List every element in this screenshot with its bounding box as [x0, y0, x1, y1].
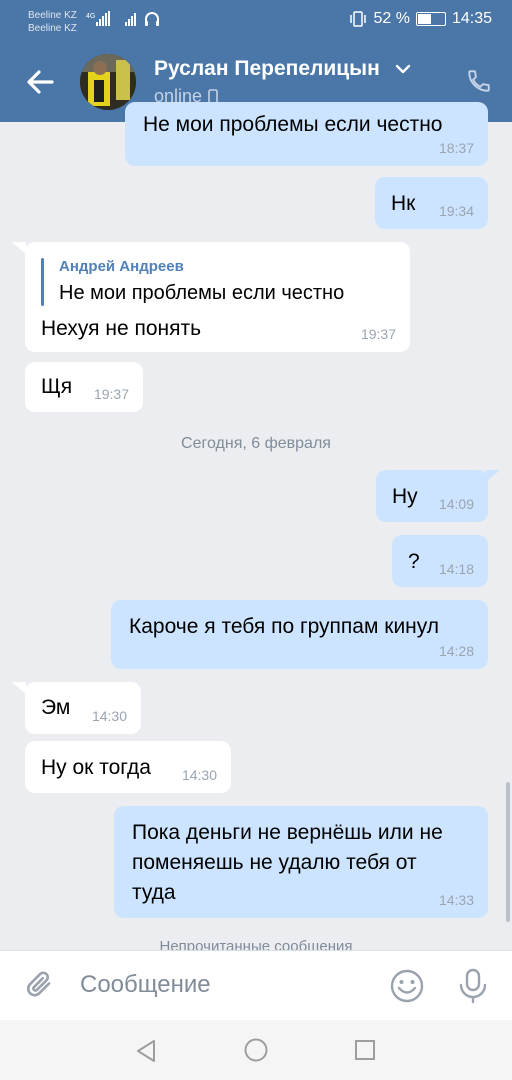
- paperclip-icon[interactable]: [24, 969, 56, 1003]
- bubble-tail: [12, 242, 26, 254]
- message-line: туда: [132, 881, 176, 904]
- message-text: Пока деньги не вернёшь или не поменяешь …: [132, 818, 443, 908]
- message-bubble[interactable]: Пока деньги не вернёшь или не поменяешь …: [114, 806, 488, 918]
- smile-icon[interactable]: [388, 967, 426, 1005]
- avatar[interactable]: [80, 54, 136, 110]
- message-composer: Сообщение: [0, 950, 512, 1020]
- message-text: Ну: [392, 485, 418, 508]
- clock: 14:35: [451, 10, 492, 27]
- message-bubble[interactable]: Эм 14:30: [25, 682, 141, 734]
- message-time: 14:28: [438, 643, 474, 659]
- message-bubble[interactable]: ? 14:18: [392, 535, 488, 587]
- reply-author[interactable]: Андрей Андреев: [59, 258, 184, 275]
- message-bubble[interactable]: Ну 14:09: [376, 470, 488, 522]
- message-input[interactable]: Сообщение: [80, 971, 211, 999]
- system-navbar: [0, 1020, 512, 1080]
- message-time: 18:37: [438, 140, 474, 156]
- battery-fill: [417, 14, 431, 24]
- arrow-left-icon[interactable]: [22, 64, 58, 100]
- bubble-tail: [12, 682, 26, 694]
- message-bubble[interactable]: Нк 19:34: [375, 177, 488, 229]
- message-text: Не мои проблемы если честно: [143, 113, 443, 136]
- triangle-back-icon[interactable]: [134, 1038, 158, 1064]
- scrollbar[interactable]: [506, 782, 510, 922]
- carrier-1: Beeline KZ: [28, 10, 77, 21]
- message-time: 14:30: [181, 767, 217, 783]
- chevron-down-icon[interactable]: [394, 62, 412, 76]
- battery-percent: 52 %: [373, 10, 410, 27]
- message-time: 19:37: [360, 326, 396, 342]
- status-right: 52 % 14:35: [349, 10, 492, 28]
- message-time: 14:09: [438, 496, 474, 512]
- battery-icon: [415, 12, 446, 26]
- svg-text:4G: 4G: [86, 13, 95, 20]
- circle-home-icon[interactable]: [243, 1037, 269, 1063]
- signal-icon: 4G: [86, 11, 159, 26]
- square-recents-icon[interactable]: [353, 1038, 377, 1062]
- message-line: Пока деньги не вернёшь или не: [132, 821, 443, 844]
- message-text: Нк: [391, 192, 416, 215]
- reply-bar: [41, 258, 44, 306]
- message-bubble[interactable]: Ну ок тогда 14:30: [25, 741, 231, 793]
- message-time: 14:18: [438, 561, 474, 577]
- message-text: Щя: [41, 375, 73, 398]
- message-text: Нехуя не понять: [41, 317, 202, 340]
- message-text: Ну ок тогда: [41, 756, 151, 779]
- message-text: Эм: [41, 696, 71, 719]
- message-time: 19:37: [93, 386, 129, 402]
- contact-name[interactable]: Руслан Перепелицын: [154, 57, 380, 81]
- bubble-tail: [486, 470, 500, 482]
- message-text: ?: [408, 550, 420, 573]
- phone-icon[interactable]: [466, 68, 492, 94]
- message-bubble[interactable]: Андрей Андреев Не мои проблемы если чест…: [25, 242, 410, 352]
- carrier-info: Beeline KZ Beeline KZ: [28, 9, 77, 35]
- message-time: 14:30: [91, 708, 127, 724]
- microphone-icon[interactable]: [456, 967, 490, 1005]
- vibrate-icon: [350, 11, 367, 27]
- message-bubble[interactable]: Не мои проблемы если честно 18:37: [125, 102, 488, 166]
- carrier-2: Beeline KZ: [28, 23, 77, 34]
- message-time: 14:33: [438, 892, 474, 908]
- reply-text: Не мои проблемы если честно: [59, 282, 345, 304]
- message-bubble[interactable]: Кароче я тебя по группам кинул 14:28: [111, 600, 488, 669]
- date-separator: Сегодня, 6 февраля: [181, 435, 331, 452]
- unread-divider: Непрочитанные сообщения: [159, 938, 353, 950]
- message-bubble[interactable]: Щя 19:37: [25, 362, 143, 412]
- message-time: 19:34: [438, 203, 474, 219]
- status-bar: Beeline KZ Beeline KZ 4G 52 % 14:35: [0, 0, 512, 42]
- message-line: поменяешь не удалю тебя от: [132, 851, 417, 874]
- message-text: Кароче я тебя по группам кинул: [129, 615, 440, 638]
